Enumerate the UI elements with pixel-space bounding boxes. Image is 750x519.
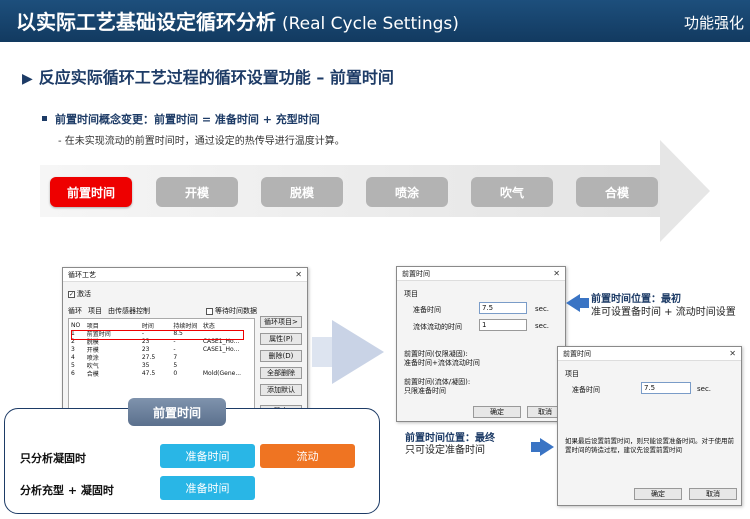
table-row[interactable]: 6 合模 47.5 0 Mold(Gene... — [71, 369, 252, 378]
lead-time-dialog: 前置时间 ✕ 项目 准备时间 7.5 sec. 流体流动的时间 1 sec. 前置… — [396, 266, 566, 422]
flow-tag: 流动 — [260, 444, 355, 468]
lead-time-dialog-2: 前置时间 ✕ 项目 准备时间 7.5 sec. 如果最后设置前置时间，则只能设置准… — [557, 346, 742, 506]
flow-time-input[interactable]: 1 — [479, 319, 527, 331]
cycle-dialog: 循环工艺 ✕ ✓ 激活 循环 项目 由传感器控制 等待时间数据 NO 项目 时间 持续时间… — [62, 267, 308, 417]
prep-time-input[interactable]: 7.5 — [479, 302, 527, 314]
sub-text: - 在未实现流动的前置时间时，通过设定的热传导进行温度计算。 — [58, 136, 345, 147]
fill-solidification-label: 分析充型 + 凝固时 — [20, 484, 114, 497]
close-icon[interactable]: ✕ — [553, 269, 560, 278]
dialog2-note: 如果最后设置前置时间，则只能设置准备时间。对于使用前置时间的铸造过程，建议先设置… — [565, 437, 734, 454]
cycle-item-button[interactable]: 循环项目> — [260, 316, 302, 328]
highlight-box — [71, 330, 244, 340]
process-arrow — [40, 165, 660, 217]
tab-items[interactable]: 项目 — [88, 306, 102, 316]
tab-sensor[interactable]: 由传感器控制 — [108, 306, 150, 316]
prep-time-input[interactable]: 7.5 — [641, 382, 691, 394]
unit-label-2: sec. — [535, 322, 550, 330]
triangle-icon: ▶ — [22, 71, 33, 87]
bullet-text: 前置时间概念变更：前置时间 = 准备时间 + 充型时间 — [42, 111, 320, 127]
unit-label: sec. — [535, 305, 550, 313]
properties-button[interactable]: 属性(P) — [260, 333, 302, 345]
flow-time-label: 流体流动的时间 — [413, 323, 462, 331]
cycle-tabs: 循环 项目 由传感器控制 — [68, 306, 156, 316]
ok-button[interactable]: 确定 — [473, 406, 521, 418]
wait-checkbox[interactable]: 等待时间数据 — [206, 306, 257, 316]
note-2b: 只限准备时间 — [404, 387, 446, 395]
transition-arrow-body — [312, 337, 334, 367]
step-open-mold: 开模 — [156, 177, 238, 207]
add-default-button[interactable]: 添加默认 — [260, 384, 302, 396]
note-1b: 准备时间+流体流动时间 — [404, 359, 480, 367]
process-arrow-head — [660, 140, 710, 242]
step-close-mold: 合模 — [576, 177, 658, 207]
solidification-only-label: 只分析凝固时 — [20, 452, 86, 465]
page-title-en: (Real Cycle Settings) — [282, 14, 459, 34]
lead-time-dialog-2-titlebar: 前置时间 ✕ — [558, 347, 741, 361]
lead-time-dialog-titlebar: 前置时间 ✕ — [397, 267, 565, 281]
step-eject: 脱模 — [261, 177, 343, 207]
note-first-text: 准可设置备时间 + 流动时间设置 — [591, 307, 736, 318]
activate-checkbox[interactable]: ✓ 激活 — [68, 289, 91, 299]
unit-label: sec. — [697, 385, 712, 393]
close-icon[interactable]: ✕ — [295, 270, 302, 279]
prep-time-label: 准备时间 — [413, 306, 441, 314]
header-label: 功能强化 — [683, 14, 744, 32]
cycle-dialog-titlebar: 循环工艺 ✕ — [63, 268, 307, 282]
square-bullet-icon — [42, 115, 47, 121]
note-last-text: 只可设定准备时间 — [405, 445, 485, 456]
page-title: 以实际工艺基础设定循环分析 (Real Cycle Settings) — [16, 10, 459, 34]
cycle-dialog-title: 循环工艺 — [68, 270, 96, 279]
delete-button[interactable]: 删除(D) — [260, 350, 302, 362]
right-arrow-icon — [540, 438, 554, 456]
step-blow: 吹气 — [471, 177, 553, 207]
left-arrow-body — [579, 298, 589, 308]
cancel-button[interactable]: 取消 — [689, 488, 737, 500]
tab-loop[interactable]: 循环 — [68, 306, 82, 316]
delete-all-button[interactable]: 全部删除 — [260, 367, 302, 379]
ok-button[interactable]: 确定 — [634, 488, 682, 500]
close-icon[interactable]: ✕ — [729, 349, 736, 358]
group-label: 项目 — [404, 290, 418, 298]
transition-arrow-icon — [332, 320, 384, 384]
step-spray: 喷涂 — [366, 177, 448, 207]
left-arrow-icon — [566, 294, 580, 312]
step-lead-time: 前置时间 — [50, 177, 132, 207]
section-title: ▶ 反应实际循环工艺过程的循环设置功能 – 前置时间 — [22, 68, 394, 87]
group-label: 项目 — [565, 370, 579, 378]
panel-tag: 前置时间 — [128, 398, 226, 426]
prep-time-tag-2: 准备时间 — [160, 476, 255, 500]
prep-time-tag: 准备时间 — [160, 444, 255, 468]
prep-time-label: 准备时间 — [572, 386, 600, 394]
